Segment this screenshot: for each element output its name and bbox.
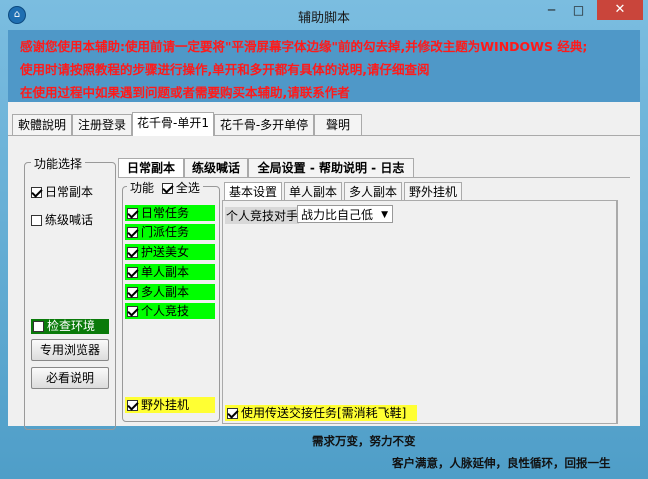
daily-dungeon-label: 日常副本 (45, 185, 94, 199)
checkbox-icon[interactable] (127, 267, 138, 278)
check-environment-label: 检查环境 (47, 319, 96, 333)
footer-slogan-2: 客户满意，人脉延伸，良性循环，回报一生 (392, 456, 611, 470)
basic-settings-panel: 个人竞技对手 战力比自己低 ▼ 使用传送交接任务[需消耗飞鞋] (222, 200, 618, 424)
task-item-multi-dungeon[interactable]: 多人副本 (125, 284, 215, 300)
leveling-shout-label: 练级喊话 (45, 213, 94, 227)
tab-daily-dungeon[interactable]: 日常副本 (118, 158, 184, 177)
field-hangup-option[interactable]: 野外挂机 (125, 397, 215, 413)
opponent-select-value: 战力比自己低 (301, 208, 374, 222)
notice-line-2: 使用时请按照教程的步骤进行操作,单开和多开都有具体的说明,请仔细查阅 (20, 62, 430, 77)
task-item-sect[interactable]: 门派任务 (125, 224, 215, 240)
tab-register-login[interactable]: 注册登录 (72, 114, 132, 135)
checkbox-icon[interactable] (127, 227, 138, 238)
checkbox-icon[interactable] (127, 287, 138, 298)
function-list-group: 功能 全选 日常任务 门派任务 护送美女 单人副本 多人副本 个人竞技 野外挂机 (122, 179, 220, 422)
tab-multi-open[interactable]: 花千骨-多开单停 (214, 114, 314, 135)
function-list-legend: 功能 全选 (127, 179, 203, 196)
maximize-button[interactable]: □ (565, 0, 592, 20)
tab-multi-dungeon[interactable]: 多人副本 (344, 182, 402, 201)
close-button[interactable]: ✕ (597, 0, 643, 20)
checkbox-icon[interactable] (31, 187, 42, 198)
task-label: 个人竞技 (141, 304, 190, 318)
task-item-arena[interactable]: 个人竞技 (125, 303, 215, 319)
tab-software-info[interactable]: 軟體說明 (12, 114, 72, 135)
function-select-group: 功能选择 日常副本 练级喊话 检查环境 专用浏览器 必看说明 (24, 155, 116, 430)
checkbox-icon[interactable] (33, 321, 44, 332)
tab-panel: 功能选择 日常副本 练级喊话 检查环境 专用浏览器 必看说明 日常副本 练级喊话… (8, 135, 640, 430)
tab-leveling-shout[interactable]: 练级喊话 (184, 158, 248, 177)
select-all-checkbox[interactable] (161, 183, 173, 194)
browser-button[interactable]: 专用浏览器 (31, 339, 109, 361)
checkbox-icon[interactable] (31, 215, 42, 226)
function-legend-label: 功能 (130, 181, 155, 195)
leveling-shout-option[interactable]: 练级喊话 (31, 211, 93, 228)
tab-global-settings[interactable]: 全局设置 - 帮助说明 - 日志 (248, 158, 414, 177)
tab-basic-settings[interactable]: 基本设置 (224, 182, 282, 201)
select-all-label: 全选 (175, 181, 200, 195)
footer-slogan-1: 需求万变，努力不变 (312, 434, 416, 448)
task-label: 门派任务 (141, 225, 190, 239)
opponent-select[interactable]: 战力比自己低 ▼ (297, 205, 393, 223)
check-environment-option[interactable]: 检查环境 (31, 319, 109, 334)
tab-single-open[interactable]: 花千骨-单开1 (132, 112, 214, 136)
task-item-escort[interactable]: 护送美女 (125, 244, 215, 260)
task-label: 单人副本 (141, 265, 190, 279)
tab-single-dungeon[interactable]: 单人副本 (284, 182, 342, 201)
task-item-single-dungeon[interactable]: 单人副本 (125, 264, 215, 280)
teleport-option[interactable]: 使用传送交接任务[需消耗飞鞋] (225, 405, 417, 421)
tab-field-hangup[interactable]: 野外挂机 (404, 182, 462, 201)
task-label: 护送美女 (141, 245, 190, 259)
tab-statement[interactable]: 聲明 (314, 114, 362, 135)
main-tabs: 軟體說明 注册登录 花千骨-单开1 花千骨-多开单停 聲明 (8, 112, 640, 136)
title-bar: ⌂ 辅助脚本 ─ □ ✕ (0, 0, 648, 30)
minimize-button[interactable]: ─ (538, 0, 565, 20)
notice-line-3: 在使用过程中如果遇到问题或者需要购买本辅助,请联系作者 (20, 85, 350, 100)
checkbox-icon[interactable] (127, 208, 138, 219)
notice-banner: 感谢您使用本辅助:使用前请一定要将"平滑屏幕字体边缘"前的勾去掉,并修改主题为W… (8, 30, 640, 102)
field-hangup-label: 野外挂机 (141, 398, 190, 412)
checkbox-icon[interactable] (127, 306, 138, 317)
client-area: 軟體說明 注册登录 花千骨-单开1 花千骨-多开单停 聲明 功能选择 日常副本 … (8, 102, 640, 430)
main-window: ⌂ 辅助脚本 ─ □ ✕ 感谢您使用本辅助:使用前请一定要将"平滑屏幕字体边缘"… (0, 0, 648, 479)
teleport-label: 使用传送交接任务[需消耗飞鞋] (241, 406, 407, 420)
daily-dungeon-option[interactable]: 日常副本 (31, 183, 93, 200)
function-select-legend: 功能选择 (31, 155, 86, 172)
help-button[interactable]: 必看说明 (31, 367, 109, 389)
checkbox-icon[interactable] (227, 408, 238, 419)
chevron-down-icon: ▼ (381, 210, 388, 220)
checkbox-icon[interactable] (127, 400, 138, 411)
inner-tab-divider (118, 177, 630, 178)
task-label: 多人副本 (141, 285, 190, 299)
task-item-daily[interactable]: 日常任务 (125, 205, 215, 221)
task-label: 日常任务 (141, 206, 190, 220)
checkbox-icon[interactable] (127, 247, 138, 258)
opponent-label: 个人竞技对手 (225, 207, 300, 224)
notice-line-1: 感谢您使用本辅助:使用前请一定要将"平滑屏幕字体边缘"前的勾去掉,并修改主题为W… (20, 39, 588, 54)
